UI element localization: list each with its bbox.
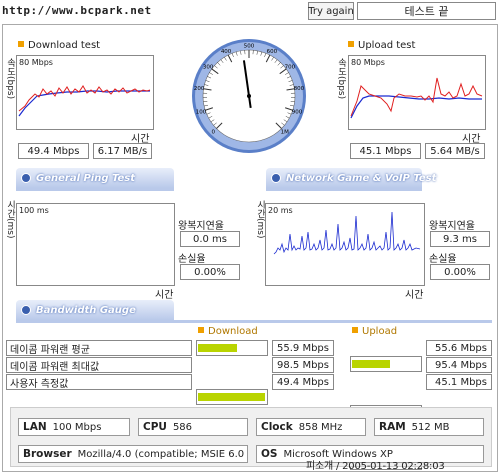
ping-tab-underline xyxy=(16,188,174,191)
upload-mbps: 45.1 Mbps xyxy=(350,143,421,159)
tab-network-game[interactable]: Network Game & VoIP Test xyxy=(266,168,436,188)
game-graph-lines xyxy=(273,211,421,255)
bandwidth-row-name: 데이콤 파워랜 평균 xyxy=(6,340,192,356)
game-rtt-value: 9.3 ms xyxy=(430,231,490,247)
bandwidth-download-value: 49.4 Mbps xyxy=(272,374,334,390)
clock-value: 858 MHz xyxy=(298,421,343,433)
clock-info: Clock 858 MHz xyxy=(256,418,366,436)
lan-value: 100 Mbps xyxy=(52,421,102,433)
game-time-label: 시간 xyxy=(405,290,424,301)
download-bar-fill xyxy=(198,344,237,352)
upload-mbs: 5.64 MB/s xyxy=(425,143,485,159)
bullet-icon xyxy=(18,41,24,47)
ram-label: RAM xyxy=(379,421,406,433)
bandwidth-upload-value: 95.4 Mbps xyxy=(426,357,492,373)
tab-general-ping-label: General Ping Test xyxy=(36,172,136,184)
upload-title-text: Upload test xyxy=(358,40,416,51)
tab-bandwidth-gauge[interactable]: Bandwidth Gauge xyxy=(16,300,174,320)
tab-general-ping[interactable]: General Ping Test xyxy=(16,168,174,188)
try-again-button[interactable]: Try again xyxy=(308,2,354,20)
gauge-tick-label: 300 xyxy=(203,64,214,70)
bandwidth-tab-underline xyxy=(16,320,492,323)
upload-title: Upload test xyxy=(348,40,415,51)
upload-graph: 80 Mbps xyxy=(348,55,486,130)
gauge-tick-label: 1M xyxy=(281,130,289,136)
speed-gauge: 0 100 200 300 400 500 600 700 800 900 1M xyxy=(192,39,306,153)
upload-speed-label: 속도(bps) xyxy=(336,58,346,100)
tab-bandwidth-gauge-label: Bandwidth Gauge xyxy=(36,304,136,316)
gauge-tick-label: 700 xyxy=(285,64,296,70)
bullet-icon xyxy=(352,327,358,333)
bandwidth-upload-value: 45.1 Mbps xyxy=(426,374,492,390)
browser-label: Browser xyxy=(23,448,72,460)
bandwidth-upload-header: Upload xyxy=(352,326,397,337)
gauge-tick-label: 100 xyxy=(196,110,207,116)
ping-loss-label: 손실율 xyxy=(178,254,206,265)
browser-value: Mozilla/4.0 (compatible; MSIE 6.0 xyxy=(77,448,245,460)
gauge-tick-label: 500 xyxy=(244,44,255,50)
game-loss-label: 손실율 xyxy=(429,254,457,265)
gauge-tick-label: 800 xyxy=(294,86,305,92)
footer-timestamp: 피소개 / 2005-01-13 02:28:03 xyxy=(306,461,445,472)
upload-bar-fill xyxy=(352,360,390,368)
bandwidth-upload-header-text: Upload xyxy=(362,326,398,337)
download-bar-fill xyxy=(198,393,265,401)
tab-bullet-icon xyxy=(21,173,31,183)
site-url[interactable]: http://www.bcpark.net xyxy=(2,4,152,17)
cpu-value: 586 xyxy=(172,421,193,433)
bandwidth-row-name: 데이콤 파워랜 최대값 xyxy=(6,357,192,373)
download-title-text: Download test xyxy=(28,40,101,51)
game-loss-value: 0.00% xyxy=(430,264,490,280)
bandwidth-download-header-text: Download xyxy=(208,326,258,337)
bandwidth-download-value: 55.9 Mbps xyxy=(272,340,334,356)
gauge-tick-label: 600 xyxy=(267,49,278,55)
download-title: Download test xyxy=(18,40,100,51)
gauge-tick-label: 200 xyxy=(194,86,205,92)
clock-label: Clock xyxy=(261,421,293,433)
ping-rtt-label: 왕복지연율 xyxy=(178,221,224,232)
tab-bullet-icon xyxy=(271,173,281,183)
cpu-label: CPU xyxy=(143,421,167,433)
lan-label: LAN xyxy=(23,421,47,433)
gauge-tick-label: 900 xyxy=(292,110,303,116)
download-mbps: 49.4 Mbps xyxy=(18,143,89,159)
bandwidth-download-bar xyxy=(196,340,268,356)
download-graph-lines xyxy=(18,85,151,117)
bullet-icon xyxy=(348,41,354,47)
lan-info: LAN 100 Mbps xyxy=(18,418,130,436)
ping-graph: 100 ms xyxy=(16,203,175,286)
browser-info: Browser Mozilla/4.0 (compatible; MSIE 6.0 xyxy=(18,445,248,463)
game-rtt-label: 왕복지연율 xyxy=(429,221,475,232)
tab-bullet-icon xyxy=(21,305,31,315)
ram-value: 512 MB xyxy=(411,421,450,433)
bullet-icon xyxy=(198,327,204,333)
bandwidth-download-header: Download xyxy=(198,326,258,337)
os-label: OS xyxy=(261,448,278,460)
test-end-button[interactable]: 테스트 끝 xyxy=(357,2,496,20)
bandwidth-upload-bar xyxy=(350,356,422,372)
gauge-tick-label: 400 xyxy=(221,49,232,55)
ping-loss-value: 0.00% xyxy=(180,264,240,280)
bandwidth-download-bar xyxy=(196,389,268,405)
cpu-info: CPU 586 xyxy=(138,418,248,436)
bandwidth-upload-value: 55.6 Mbps xyxy=(426,340,492,356)
bandwidth-download-value: 98.5 Mbps xyxy=(272,357,334,373)
download-mbs: 6.17 MB/s xyxy=(93,143,152,159)
upload-graph-lines xyxy=(350,77,483,119)
bandwidth-row-name: 사용자 측정값 xyxy=(6,374,192,390)
ping-scale: 100 ms xyxy=(19,206,49,215)
tab-network-game-label: Network Game & VoIP Test xyxy=(286,172,437,184)
ping-time-label: 시간 xyxy=(155,290,174,301)
ping-rtt-value: 0.0 ms xyxy=(180,231,240,247)
download-graph: 80 Mbps xyxy=(16,55,154,130)
game-tab-underline xyxy=(266,188,422,191)
game-graph: 20 ms xyxy=(265,203,425,286)
gauge-tick-label: 0 xyxy=(212,130,216,136)
ram-info: RAM 512 MB xyxy=(374,418,484,436)
